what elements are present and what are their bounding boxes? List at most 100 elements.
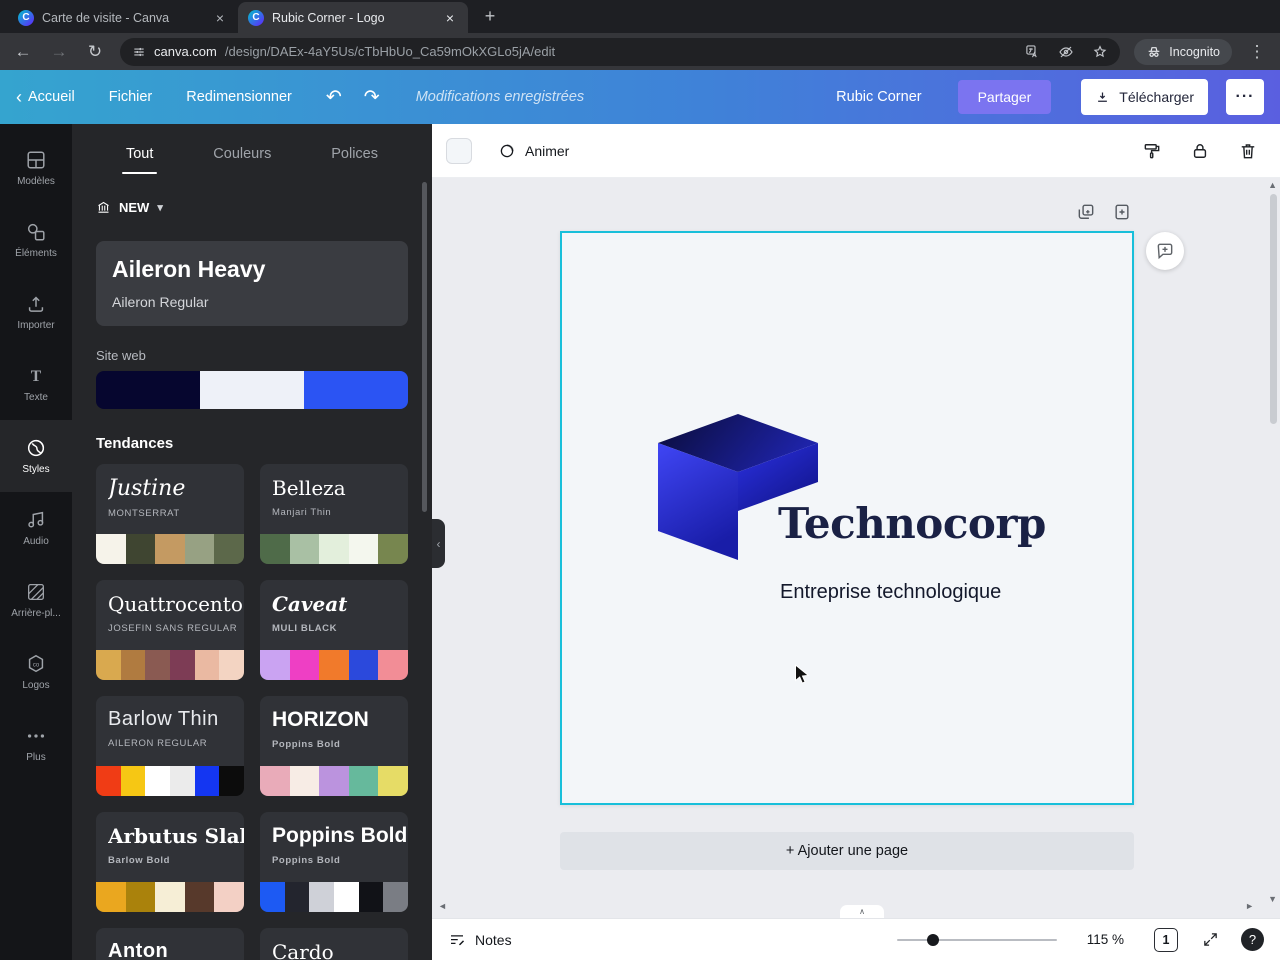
canva-favicon: C <box>18 9 34 26</box>
color-swatch <box>319 534 349 564</box>
color-swatch <box>378 650 408 680</box>
color-swatch <box>378 534 408 564</box>
forward-icon[interactable]: → <box>48 42 70 62</box>
resize-label: Redimensionner <box>186 89 292 105</box>
zoom-slider-handle[interactable] <box>926 933 939 946</box>
reload-icon[interactable]: ↻ <box>84 42 106 62</box>
sidebar-item-label: Logos <box>22 680 50 691</box>
style-card-caveat[interactable]: Caveat MULI BLACK <box>260 580 408 680</box>
color-swatch <box>358 882 384 912</box>
sidebar-item-modeles[interactable]: Modèles <box>0 132 72 204</box>
browser-tab-2[interactable]: C Rubic Corner - Logo × <box>238 2 468 33</box>
notes-button[interactable]: Notes <box>448 931 512 949</box>
panel-scrollbar[interactable] <box>422 182 427 512</box>
page-color-swatch[interactable] <box>446 137 472 164</box>
style-card-name: HORIZON <box>272 708 369 731</box>
paint-roller-icon[interactable] <box>1142 141 1162 161</box>
vscroll-up-arrow[interactable]: ▲ <box>1268 180 1277 190</box>
address-bar[interactable]: canva.com/design/DAEx-4aY5Us/cTbHbUo_Ca5… <box>120 37 1121 66</box>
lock-icon[interactable] <box>1190 141 1210 161</box>
collapse-bottom-button[interactable]: ∧ <box>840 905 884 918</box>
design-page[interactable]: Technocorp Entreprise technologique <box>560 231 1134 805</box>
bookmark-star-icon[interactable] <box>1092 44 1108 60</box>
color-swatch <box>145 650 171 680</box>
back-icon[interactable]: ← <box>12 42 34 62</box>
eye-off-icon[interactable] <box>1058 44 1074 60</box>
status-bar: Notes 115 % 1 ? <box>432 918 1280 960</box>
header-more-button[interactable]: ··· <box>1226 79 1264 115</box>
undo-icon[interactable]: ↶ <box>326 86 342 109</box>
sidebar-item-arriere-plan[interactable]: Arrière-pl... <box>0 564 72 636</box>
color-swatch <box>289 766 320 796</box>
color-swatch <box>260 882 285 912</box>
sidebar-item-logos[interactable]: co Logos <box>0 636 72 708</box>
site-info-icon[interactable] <box>132 45 146 59</box>
tab-close-icon[interactable]: × <box>212 10 228 26</box>
sidebar-item-elements[interactable]: Éléments <box>0 204 72 276</box>
tab-tout[interactable]: Tout <box>121 146 158 174</box>
tab-close-icon[interactable]: × <box>442 10 458 26</box>
style-card-barlow-thin[interactable]: Barlow Thin AILERON REGULAR <box>96 696 244 796</box>
color-swatch[interactable] <box>304 371 408 409</box>
notes-label: Notes <box>475 931 512 948</box>
style-card-palette <box>260 650 408 680</box>
design-name[interactable]: Rubic Corner <box>836 89 921 105</box>
style-card-justine[interactable]: Justine MONTSERRAT <box>96 464 244 564</box>
browser-urlbar: ← → ↻ canva.com/design/DAEx-4aY5Us/cTbHb… <box>0 33 1280 70</box>
tab-title: Rubic Corner - Logo <box>272 10 385 25</box>
redo-icon[interactable]: ↷ <box>364 86 380 109</box>
sidebar-item-styles[interactable]: Styles <box>0 420 72 492</box>
file-menu[interactable]: Fichier <box>109 89 153 105</box>
share-button[interactable]: Partager <box>957 80 1052 114</box>
svg-text:T: T <box>31 368 42 385</box>
style-card-anton[interactable]: Anton <box>96 928 244 960</box>
logo-title-text[interactable]: Technocorp <box>778 499 1046 548</box>
font-pair-card[interactable]: Aileron Heavy Aileron Regular <box>96 241 408 326</box>
add-page-button[interactable]: + Ajouter une page <box>560 832 1134 870</box>
color-swatch <box>289 534 320 564</box>
style-card-poppins-bold[interactable]: Poppins Bold Poppins Bold <box>260 812 408 912</box>
zoom-slider[interactable] <box>896 933 1057 946</box>
vertical-scrollbar[interactable] <box>1270 194 1277 424</box>
color-swatch <box>145 766 171 796</box>
download-button[interactable]: Télécharger <box>1081 79 1208 115</box>
style-card-belleza[interactable]: Belleza Manjari Thin <box>260 464 408 564</box>
logo-subtitle-text[interactable]: Entreprise technologique <box>780 581 1001 604</box>
sidebar-item-audio[interactable]: Audio <box>0 492 72 564</box>
browser-tab-1[interactable]: C Carte de visite - Canva × <box>8 2 238 33</box>
new-tab-button[interactable]: + <box>476 3 504 31</box>
comment-button[interactable] <box>1146 232 1184 270</box>
sidebar-item-texte[interactable]: T Texte <box>0 348 72 420</box>
sidebar-item-label: Styles <box>22 464 50 475</box>
style-card-arbutus-slab[interactable]: Arbutus Slab Barlow Bold <box>96 812 244 912</box>
zoom-level: 115 % <box>1086 932 1124 947</box>
sidebar-item-plus[interactable]: Plus <box>0 708 72 780</box>
color-swatch[interactable] <box>96 371 200 409</box>
tab-polices[interactable]: Polices <box>331 146 378 174</box>
new-label: NEW <box>119 200 150 215</box>
panel-collapse-button[interactable]: ‹ <box>432 519 445 568</box>
duplicate-page-icon[interactable] <box>1076 202 1096 222</box>
tab-couleurs[interactable]: Couleurs <box>213 146 271 174</box>
sidebar-item-importer[interactable]: Importer <box>0 276 72 348</box>
hscroll-right-arrow[interactable]: ► <box>1245 901 1254 911</box>
help-button[interactable]: ? <box>1241 928 1264 951</box>
add-page-icon[interactable] <box>1112 202 1132 222</box>
style-card-horizon[interactable]: HORIZON Poppins Bold <box>260 696 408 796</box>
share-label: Partager <box>977 89 1032 105</box>
translate-icon[interactable] <box>1025 44 1040 59</box>
browser-menu-icon[interactable]: ⋮ <box>1246 42 1268 62</box>
style-card-quattrocento[interactable]: Quattrocento JOSEFIN SANS REGULAR <box>96 580 244 680</box>
vscroll-down-arrow[interactable]: ▼ <box>1268 894 1277 904</box>
resize-menu[interactable]: Redimensionner <box>186 89 292 105</box>
home-button[interactable]: ‹ Accueil <box>16 88 75 106</box>
fullscreen-icon[interactable] <box>1202 931 1219 948</box>
style-card-cardo[interactable]: Cardo <box>260 928 408 960</box>
new-dropdown[interactable]: NEW ▾ <box>96 200 408 215</box>
color-swatch <box>219 650 244 680</box>
hscroll-left-arrow[interactable]: ◄ <box>438 901 447 911</box>
trash-icon[interactable] <box>1238 141 1258 161</box>
animate-button[interactable]: Animer <box>498 142 569 160</box>
page-number-indicator[interactable]: 1 <box>1154 927 1178 952</box>
color-swatch[interactable] <box>200 371 304 409</box>
